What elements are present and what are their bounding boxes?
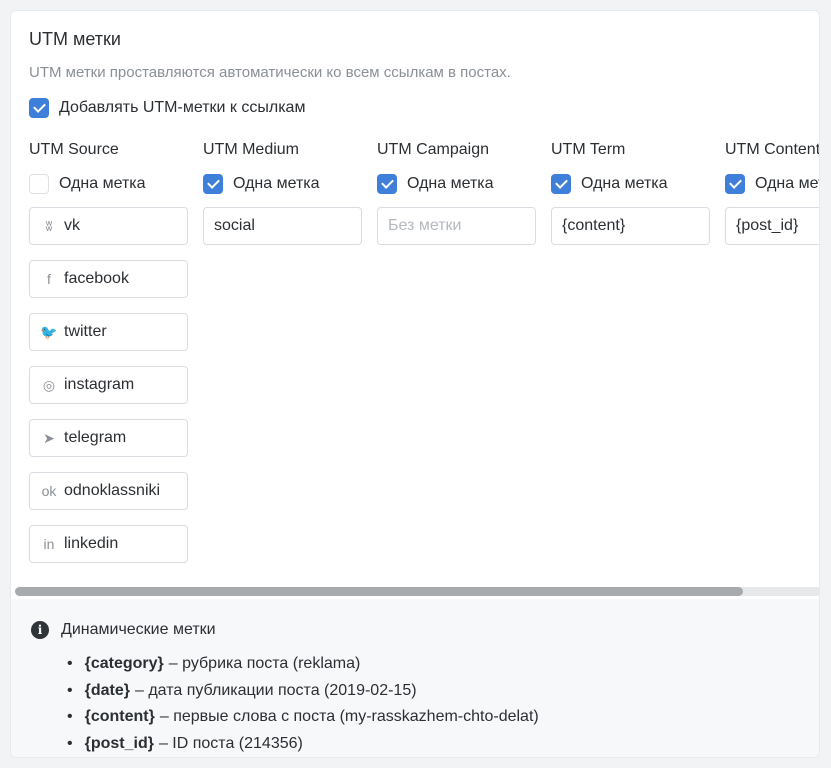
utm-input[interactable]: {content}	[551, 207, 710, 245]
tag-desc: – дата публикации поста (2019-02-15)	[134, 681, 417, 699]
utm-input[interactable]: ʬ vk	[29, 207, 188, 245]
tag-desc: – ID поста (214356)	[158, 734, 303, 752]
single-tag-checkbox[interactable]: Одна метка	[29, 169, 188, 199]
utm-column: UTM Campaign Одна метка Без метки	[377, 141, 536, 245]
add-utm-checkbox[interactable]: Добавлять UTM-метки к ссылкам	[29, 98, 305, 118]
utm-input[interactable]: social	[203, 207, 362, 245]
odnoklassniki-icon: ok	[41, 483, 57, 499]
utm-input[interactable]: ok odnoklassniki	[29, 472, 188, 510]
input-value: facebook	[64, 270, 129, 287]
checkbox-icon[interactable]	[203, 174, 223, 194]
utm-column: UTM Term Одна метка {content}	[551, 141, 710, 245]
input-value: odnoklassniki	[64, 482, 161, 499]
utm-column: UTM Source Одна метка ʬ vk f facebook 🐦 twitte…	[29, 141, 188, 563]
utm-input[interactable]: ➤ telegram	[29, 419, 188, 457]
twitter-icon: 🐦	[40, 323, 58, 340]
utm-card: UTM метки UTM метки проставляются автома…	[10, 10, 820, 758]
dynamic-tags-list: {category}– рубрика поста (reklama) {dat…	[67, 651, 539, 757]
single-tag-checkbox[interactable]: Одна метка	[203, 169, 362, 199]
input-value: {content}	[562, 217, 626, 234]
add-utm-label: Добавлять UTM-метки к ссылкам	[59, 99, 306, 116]
single-tag-label: Одна метка	[407, 175, 494, 192]
input-value: {post_id}	[736, 217, 799, 234]
list-item: {post_id}– ID поста (214356)	[67, 731, 539, 758]
utm-input[interactable]: Без метки	[377, 207, 536, 245]
single-tag-checkbox[interactable]: Одна метка	[725, 169, 819, 199]
horizontal-scrollbar[interactable]	[15, 587, 819, 596]
tag-key: {content}	[84, 708, 155, 726]
input-value: twitter	[64, 323, 107, 340]
utm-input[interactable]: {post_id}	[725, 207, 819, 245]
dynamic-tags-title: Динамические метки	[61, 621, 216, 638]
utm-columns-scroll[interactable]: UTM Source Одна метка ʬ vk f facebook 🐦 twitte…	[11, 141, 820, 591]
scrollbar-thumb[interactable]	[15, 587, 743, 596]
tag-key: {date}	[84, 681, 130, 699]
column-header: UTM Content	[725, 141, 820, 158]
utm-column: UTM Content Одна метка {post_id}	[725, 141, 820, 245]
input-value: instagram	[64, 376, 135, 393]
tag-desc: – первые слова с поста (my-rasskazhem-ch…	[159, 708, 539, 726]
linkedin-icon: in	[43, 536, 55, 552]
utm-input[interactable]: ◎ instagram	[29, 366, 188, 404]
checkbox-icon[interactable]	[551, 174, 571, 194]
checkbox-icon[interactable]	[377, 174, 397, 194]
utm-input[interactable]: f facebook	[29, 260, 188, 298]
single-tag-label: Одна метка	[233, 175, 320, 192]
single-tag-label: Одна метка	[581, 175, 668, 192]
column-header: UTM Source	[29, 141, 119, 158]
column-header: UTM Campaign	[377, 141, 490, 158]
instagram-icon: ◎	[42, 376, 56, 393]
utm-input[interactable]: 🐦 twitter	[29, 313, 188, 351]
tag-key: {post_id}	[84, 734, 154, 752]
utm-column: UTM Medium Одна метка social	[203, 141, 362, 245]
list-item: {content}– первые слова с поста (my-rass…	[67, 704, 539, 731]
column-header: UTM Term	[551, 141, 626, 158]
list-item: {category}– рубрика поста (reklama)	[67, 651, 539, 678]
input-value: social	[214, 217, 255, 234]
card-title: UTM метки	[29, 29, 121, 49]
tag-key: {category}	[84, 655, 164, 673]
checkbox-icon[interactable]	[29, 174, 49, 194]
single-tag-checkbox[interactable]: Одна метка	[377, 169, 536, 199]
checkbox-icon[interactable]	[725, 174, 745, 194]
input-value: telegram	[64, 429, 127, 446]
telegram-icon: ➤	[43, 429, 55, 446]
input-value: linkedin	[64, 535, 119, 552]
list-item: {date}– дата публикации поста (2019-02-1…	[67, 678, 539, 705]
checkbox-icon[interactable]	[29, 98, 49, 118]
tag-desc: – рубрика поста (reklama)	[168, 655, 361, 673]
single-tag-label: Одна метка	[755, 175, 819, 192]
card-description: UTM метки проставляются автоматически ко…	[29, 64, 511, 81]
info-icon: i	[31, 621, 49, 639]
single-tag-label: Одна метка	[59, 175, 146, 192]
input-value: vk	[64, 217, 80, 234]
vk-icon: ʬ	[45, 218, 53, 234]
column-header: UTM Medium	[203, 141, 300, 158]
facebook-icon: f	[47, 271, 51, 287]
utm-input[interactable]: in linkedin	[29, 525, 188, 563]
input-value: Без метки	[388, 217, 462, 234]
dynamic-tags-panel: i Динамические метки {category}– рубрика …	[11, 599, 819, 757]
single-tag-checkbox[interactable]: Одна метка	[551, 169, 710, 199]
